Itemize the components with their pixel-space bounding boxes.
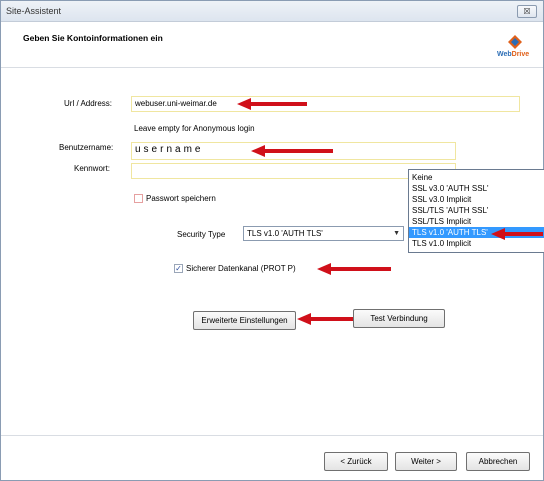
logo-text: WebDrive <box>497 51 529 58</box>
chevron-down-icon: ▼ <box>393 230 400 237</box>
password-label: Kennwort: <box>74 164 111 173</box>
header-divider <box>1 67 543 68</box>
test-connection-button[interactable]: Test Verbindung <box>353 309 445 328</box>
window-title: Site-Assistent <box>6 6 62 16</box>
secure-channel-checkbox[interactable]: ✓ <box>174 264 183 273</box>
url-input[interactable]: webuser.uni-weimar.de <box>131 96 520 112</box>
dropdown-option[interactable]: SSL v3.0 Implicit <box>409 194 544 205</box>
anonymous-hint: Leave empty for Anonymous login <box>134 124 255 133</box>
advanced-settings-button[interactable]: Erweiterte Einstellungen <box>193 311 296 330</box>
title-bar[interactable]: Site-Assistent ☒ <box>1 1 543 22</box>
page-title: Geben Sie Kontoinformationen ein <box>23 33 163 43</box>
logo-text-web: Web <box>497 51 512 58</box>
next-button[interactable]: Weiter > <box>395 452 457 471</box>
annotation-arrow-secure-channel <box>317 263 391 275</box>
annotation-arrow-advanced <box>297 313 355 325</box>
webdrive-logo: WebDrive <box>497 34 537 64</box>
footer-divider <box>1 435 543 436</box>
security-type-value: TLS v1.0 'AUTH TLS' <box>247 229 323 238</box>
save-password-checkbox[interactable] <box>134 194 143 203</box>
logo-text-drive: Drive <box>511 51 530 58</box>
security-type-label: Security Type <box>177 230 226 239</box>
dropdown-option[interactable]: Keine <box>409 172 544 183</box>
save-password-label: Passwort speichern <box>146 194 216 203</box>
wizard-header: Geben Sie Kontoinformationen ein WebDriv… <box>1 23 543 65</box>
site-assistant-window: Site-Assistent ☒ Geben Sie Kontoinformat… <box>0 0 544 481</box>
url-label: Url / Address: <box>64 99 113 108</box>
annotation-arrow-url <box>237 98 307 110</box>
annotation-arrow-security <box>491 228 543 240</box>
security-type-select[interactable]: TLS v1.0 'AUTH TLS' ▼ <box>243 226 404 241</box>
cancel-button[interactable]: Abbrechen <box>466 452 530 471</box>
username-label: Benutzername: <box>59 143 114 152</box>
annotation-arrow-username <box>251 145 333 157</box>
back-button[interactable]: < Zurück <box>324 452 388 471</box>
close-button[interactable]: ☒ <box>517 5 537 18</box>
dropdown-option[interactable]: SSL/TLS Implicit <box>409 216 544 227</box>
webdrive-logo-icon <box>508 35 522 49</box>
dropdown-option[interactable]: SSL v3.0 'AUTH SSL' <box>409 183 544 194</box>
secure-channel-label: Sicherer Datenkanal (PROT P) <box>186 264 296 273</box>
dropdown-option[interactable]: SSL/TLS 'AUTH SSL' <box>409 205 544 216</box>
